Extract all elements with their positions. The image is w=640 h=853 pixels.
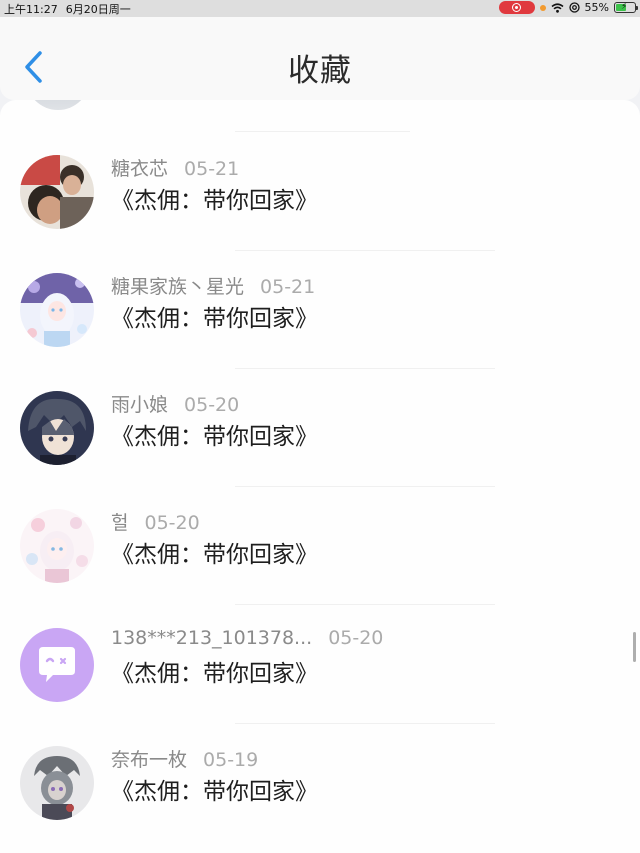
divider <box>235 604 495 605</box>
list-item[interactable]: 헐 05-20 《杰佣：带你回家》 <box>0 509 640 627</box>
avatar[interactable] <box>20 628 94 702</box>
list-item[interactable]: 雨小娘 05-20 《杰佣：带你回家》 <box>0 391 640 509</box>
date-label: 05-20 <box>328 627 384 649</box>
wifi-icon <box>551 2 564 13</box>
avatar[interactable] <box>20 273 94 347</box>
status-time: 上午11:27 <box>4 3 58 16</box>
battery-icon: ⚡ <box>614 2 638 13</box>
username[interactable]: 雨小娘 <box>111 394 168 416</box>
record-icon <box>498 1 535 14</box>
divider <box>235 131 410 132</box>
username[interactable]: 糖衣芯 <box>111 158 168 180</box>
divider <box>235 486 495 487</box>
list-item[interactable]: 糖衣芯 05-21 《杰佣：带你回家》 <box>0 155 640 273</box>
battery-percent: 55% <box>584 1 609 14</box>
date-label: 05-20 <box>144 512 200 534</box>
avatar[interactable] <box>20 155 94 229</box>
avatar[interactable] <box>20 746 94 820</box>
avatar[interactable] <box>20 509 94 583</box>
favorite-title[interactable]: 《杰佣：带你回家》 <box>111 299 318 333</box>
username[interactable]: 奈布一枚 <box>111 749 187 771</box>
page-title: 收藏 <box>288 53 352 89</box>
favorites-list[interactable]: 糖衣芯 05-21 《杰佣：带你回家》 糖果家族丶星光 05-21 《杰佣：带你回家… <box>0 100 640 853</box>
divider <box>235 368 495 369</box>
divider <box>235 250 495 251</box>
avatar[interactable] <box>20 391 94 465</box>
list-item[interactable]: 奈布一枚 05-19 《杰佣：带你回家》 <box>0 746 640 853</box>
username[interactable]: 헐 <box>111 512 128 534</box>
date-label: 05-21 <box>184 158 240 180</box>
list-item[interactable]: 糖果家族丶星光 05-21 《杰佣：带你回家》 <box>0 273 640 391</box>
favorite-title[interactable]: 《杰佣：带你回家》 <box>111 417 318 451</box>
username[interactable]: 138***213_101378... <box>111 627 312 649</box>
status-date: 6月20日周一 <box>65 3 131 16</box>
orange-dot-icon <box>539 4 546 11</box>
status-bar: 上午11:27 6月20日周一 55% ⚡ <box>0 0 640 17</box>
nav-header: 收藏 <box>0 17 640 100</box>
divider <box>235 723 495 724</box>
favorite-title[interactable]: 《杰佣：带你回家》 <box>111 772 318 806</box>
list-item[interactable]: 138***213_101378... 05-20 《杰佣：带你回家》 <box>0 627 640 746</box>
at-icon <box>568 2 580 13</box>
scrollbar-thumb[interactable] <box>633 632 636 662</box>
date-label: 05-20 <box>184 394 240 416</box>
favorite-title[interactable]: 《杰佣：带你回家》 <box>111 535 318 569</box>
date-label: 05-19 <box>203 749 259 771</box>
avatar <box>26 100 90 110</box>
favorite-title[interactable]: 《杰佣：带你回家》 <box>111 654 318 688</box>
date-label: 05-21 <box>260 276 316 298</box>
username[interactable]: 糖果家族丶星光 <box>111 276 244 298</box>
favorite-title[interactable]: 《杰佣：带你回家》 <box>111 181 318 215</box>
